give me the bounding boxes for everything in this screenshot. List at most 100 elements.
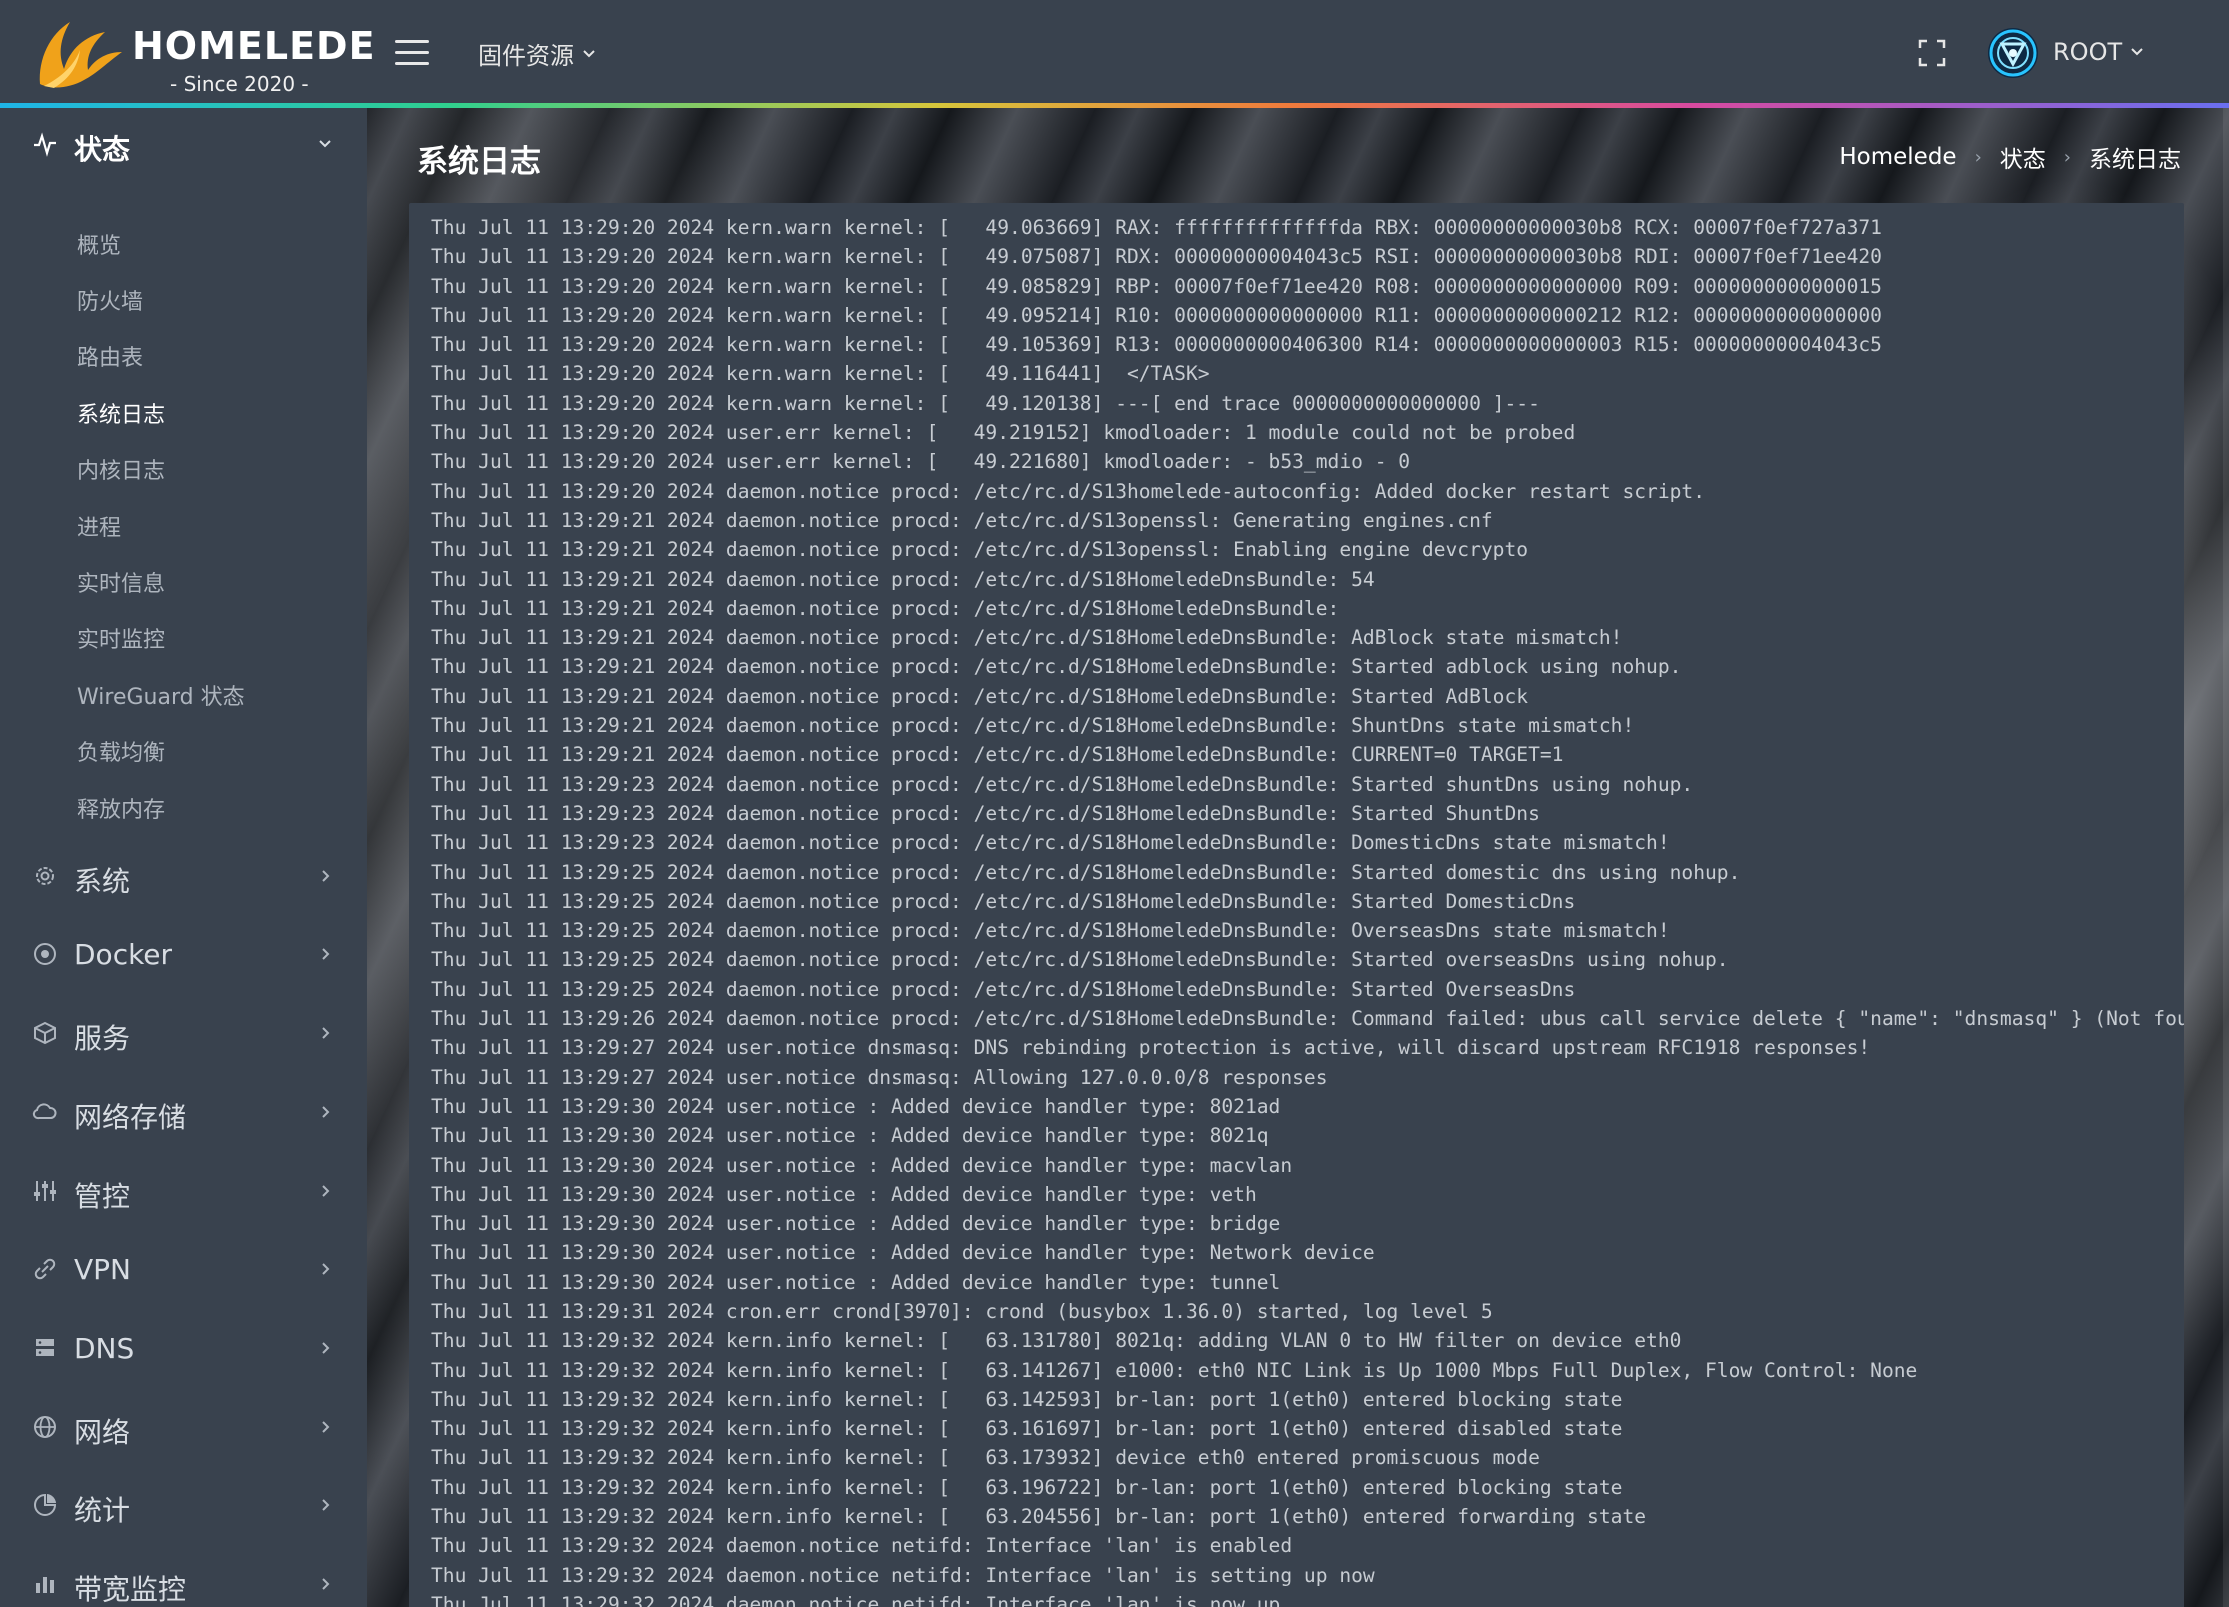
chevron-right-icon <box>322 1421 330 1433</box>
log-line: Thu Jul 11 13:29:23 2024 daemon.notice p… <box>431 772 1694 796</box>
chevron-right-icon <box>322 1106 330 1118</box>
log-line: Thu Jul 11 13:29:32 2024 kern.info kerne… <box>431 1358 1918 1382</box>
sidebar-group-label: Docker <box>74 938 173 971</box>
log-line: Thu Jul 11 13:29:20 2024 kern.warn kerne… <box>431 391 1540 415</box>
chevron-down-icon <box>319 140 331 148</box>
log-line: Thu Jul 11 13:29:32 2024 kern.info kerne… <box>431 1329 1682 1353</box>
sidebar-item-routes[interactable]: 路由表 <box>77 340 143 372</box>
chevron-right-icon <box>322 1185 330 1197</box>
firmware-resources-menu[interactable]: 固件资源 <box>478 36 596 71</box>
sidebar-group-docker[interactable]: Docker <box>0 924 367 984</box>
log-line: Thu Jul 11 13:29:31 2024 cron.err crond[… <box>431 1299 1493 1323</box>
log-line: Thu Jul 11 13:29:32 2024 daemon.notice n… <box>431 1534 1293 1558</box>
avatar[interactable] <box>1988 28 2038 78</box>
log-line: Thu Jul 11 13:29:21 2024 daemon.notice p… <box>431 596 1340 620</box>
log-line: Thu Jul 11 13:29:27 2024 user.notice dns… <box>431 1036 1871 1060</box>
brand-name: HOMELEDE <box>132 24 376 68</box>
log-line: Thu Jul 11 13:29:25 2024 daemon.notice p… <box>431 948 1729 972</box>
sidebar-group-label: 统计 <box>74 1494 131 1527</box>
sidebar-group-label: 管控 <box>74 1180 131 1213</box>
log-line: Thu Jul 11 13:29:25 2024 daemon.notice p… <box>431 860 1741 884</box>
log-line: Thu Jul 11 13:29:32 2024 kern.info kerne… <box>431 1505 1647 1529</box>
log-line: Thu Jul 11 13:29:30 2024 user.notice : A… <box>431 1153 1293 1177</box>
page-title: 系统日志 <box>417 144 541 180</box>
sidebar-group-network-storage[interactable]: 网络存储 <box>0 1082 367 1142</box>
cube-icon <box>34 1021 56 1045</box>
brand-logo[interactable]: HOMELEDE - Since 2020 - <box>30 14 375 96</box>
sidebar-group-label: DNS <box>74 1332 135 1365</box>
sidebar-item-load-balance[interactable]: 负载均衡 <box>77 735 165 767</box>
sidebar-item-kernel-log[interactable]: 内核日志 <box>77 453 165 485</box>
log-line: Thu Jul 11 13:29:25 2024 daemon.notice p… <box>431 919 1670 943</box>
sidebar-group-statistics[interactable]: 统计 <box>0 1475 367 1535</box>
chevron-right-icon <box>322 948 330 960</box>
log-line: Thu Jul 11 13:29:25 2024 daemon.notice p… <box>431 977 1576 1001</box>
sidebar-item-processes[interactable]: 进程 <box>77 510 121 542</box>
log-line: Thu Jul 11 13:29:21 2024 daemon.notice p… <box>431 538 1529 562</box>
server-icon <box>36 1339 54 1356</box>
log-line: Thu Jul 11 13:29:30 2024 user.notice : A… <box>431 1270 1281 1294</box>
log-line: Thu Jul 11 13:29:20 2024 kern.warn kerne… <box>431 362 1210 386</box>
log-line: Thu Jul 11 13:29:30 2024 user.notice : A… <box>431 1124 1269 1148</box>
breadcrumb: Homelede › 状态 › 系统日志 <box>1839 140 2181 174</box>
user-name: ROOT <box>2053 38 2123 66</box>
chevron-right-icon <box>322 1027 330 1039</box>
sidebar-group-system[interactable]: 系统 <box>0 846 367 906</box>
log-line: Thu Jul 11 13:29:20 2024 kern.warn kerne… <box>431 216 1882 239</box>
sidebar-group-network[interactable]: 网络 <box>0 1397 367 1457</box>
log-line: Thu Jul 11 13:29:27 2024 user.notice dns… <box>431 1065 1328 1089</box>
breadcrumb-item-home[interactable]: Homelede <box>1839 144 1956 170</box>
menu-toggle-button[interactable] <box>395 40 429 68</box>
chevron-right-icon <box>322 1499 330 1511</box>
sidebar-item-wireguard-status[interactable]: WireGuard 状态 <box>77 679 245 711</box>
log-line: Thu Jul 11 13:29:20 2024 kern.warn kerne… <box>431 274 1882 298</box>
sidebar-group-bandwidth-monitor[interactable]: 带宽监控 <box>0 1554 367 1607</box>
gear-icon <box>36 867 54 885</box>
fullscreen-icon[interactable] <box>1917 38 1947 68</box>
sidebar-item-realtime-monitor[interactable]: 实时监控 <box>77 622 165 654</box>
sidebar-group-vpn[interactable]: VPN <box>0 1239 367 1299</box>
chevron-right-icon <box>322 1342 330 1354</box>
log-line: Thu Jul 11 13:29:32 2024 daemon.notice n… <box>431 1563 1375 1587</box>
sidebar-group-dns[interactable]: DNS <box>0 1318 367 1378</box>
target-icon <box>34 943 56 965</box>
log-line: Thu Jul 11 13:29:21 2024 daemon.notice p… <box>431 626 1623 650</box>
chevron-right-icon <box>322 1263 330 1275</box>
log-line: Thu Jul 11 13:29:21 2024 daemon.notice p… <box>431 714 1635 738</box>
syslog-textarea[interactable]: Thu Jul 11 13:29:20 2024 kern.warn kerne… <box>409 203 2184 1607</box>
sidebar-group-status[interactable]: 状态 <box>0 114 367 174</box>
log-line: Thu Jul 11 13:29:23 2024 daemon.notice p… <box>431 801 1540 825</box>
log-line: Thu Jul 11 13:29:32 2024 kern.info kerne… <box>431 1387 1623 1411</box>
sidebar-item-free-memory[interactable]: 释放内存 <box>77 792 165 824</box>
log-line: Thu Jul 11 13:29:21 2024 daemon.notice p… <box>431 508 1493 532</box>
chevron-down-icon <box>583 49 595 57</box>
sidebar-group-label: 网络 <box>74 1416 131 1449</box>
sidebar-item-overview[interactable]: 概览 <box>77 228 121 260</box>
chevron-right-icon: › <box>1974 146 1982 168</box>
activity-icon <box>34 132 56 157</box>
breadcrumb-item-status[interactable]: 状态 <box>2000 140 2046 174</box>
sidebar-item-system-log[interactable]: 系统日志 <box>77 397 165 429</box>
chevron-right-icon <box>322 1578 330 1590</box>
sidebar-group-services[interactable]: 服务 <box>0 1003 367 1063</box>
log-line: Thu Jul 11 13:29:21 2024 daemon.notice p… <box>431 655 1682 679</box>
sidebar-group-label: 网络存储 <box>74 1101 187 1134</box>
user-menu[interactable]: ROOT <box>2053 38 2144 66</box>
sidebar-item-realtime-info[interactable]: 实时信息 <box>77 566 165 598</box>
page-scrollbar[interactable] <box>2223 108 2229 1607</box>
log-line: Thu Jul 11 13:29:30 2024 user.notice : A… <box>431 1241 1375 1265</box>
log-line: Thu Jul 11 13:29:21 2024 daemon.notice p… <box>431 567 1375 591</box>
log-line: Thu Jul 11 13:29:32 2024 kern.info kerne… <box>431 1446 1540 1470</box>
sidebar-group-label: VPN <box>74 1253 131 1286</box>
log-line: Thu Jul 11 13:29:21 2024 daemon.notice p… <box>431 684 1529 708</box>
firmware-menu-label: 固件资源 <box>478 42 574 70</box>
log-line: Thu Jul 11 13:29:25 2024 daemon.notice p… <box>431 889 1576 913</box>
cloud-icon <box>32 1103 57 1120</box>
log-line: Thu Jul 11 13:29:20 2024 kern.warn kerne… <box>431 245 1882 269</box>
link-icon <box>34 1258 56 1280</box>
sidebar-group-label: 系统 <box>74 865 131 898</box>
bar-chart-icon <box>36 1577 54 1593</box>
sidebar-group-control[interactable]: 管控 <box>0 1161 367 1221</box>
pie-chart-icon <box>34 1493 57 1516</box>
sidebar-item-firewall[interactable]: 防火墙 <box>77 284 143 316</box>
